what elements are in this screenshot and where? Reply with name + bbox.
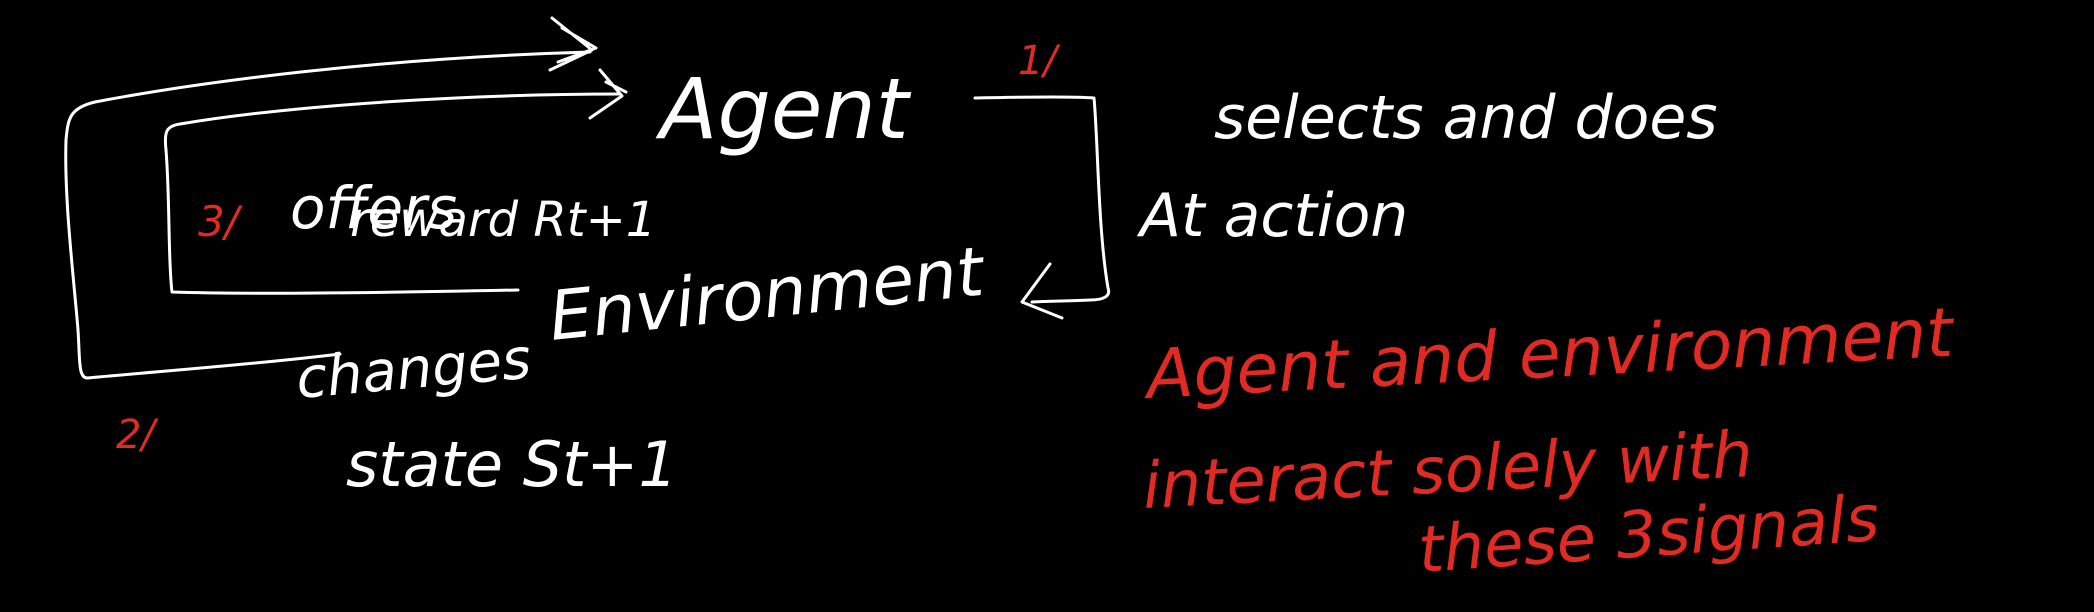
- state-line1: changes: [294, 327, 534, 412]
- step3-number: 3/: [198, 197, 243, 246]
- agent-label: Agent: [655, 60, 912, 158]
- action-line1: selects and does: [1214, 83, 1718, 153]
- action-line2: At action: [1136, 181, 1408, 251]
- environment-label: Environment: [546, 233, 990, 357]
- reward-line2: reward Rt+1: [350, 192, 656, 248]
- whiteboard-canvas: Agent Environment 1/ selects and does At…: [0, 0, 2094, 612]
- outer-loop-arrowhead-icon: [548, 16, 598, 72]
- step2-number: 2/: [116, 412, 159, 458]
- action-bracket-arrowhead-icon: [1020, 262, 1064, 320]
- note-line1: Agent and environment: [1141, 294, 1957, 415]
- action-bracket-arrow: [973, 95, 1111, 304]
- state-line2: state St+1: [346, 428, 678, 501]
- diagram-svg: Agent Environment 1/ selects and does At…: [64, 16, 1957, 588]
- step1-number: 1/: [1018, 38, 1061, 84]
